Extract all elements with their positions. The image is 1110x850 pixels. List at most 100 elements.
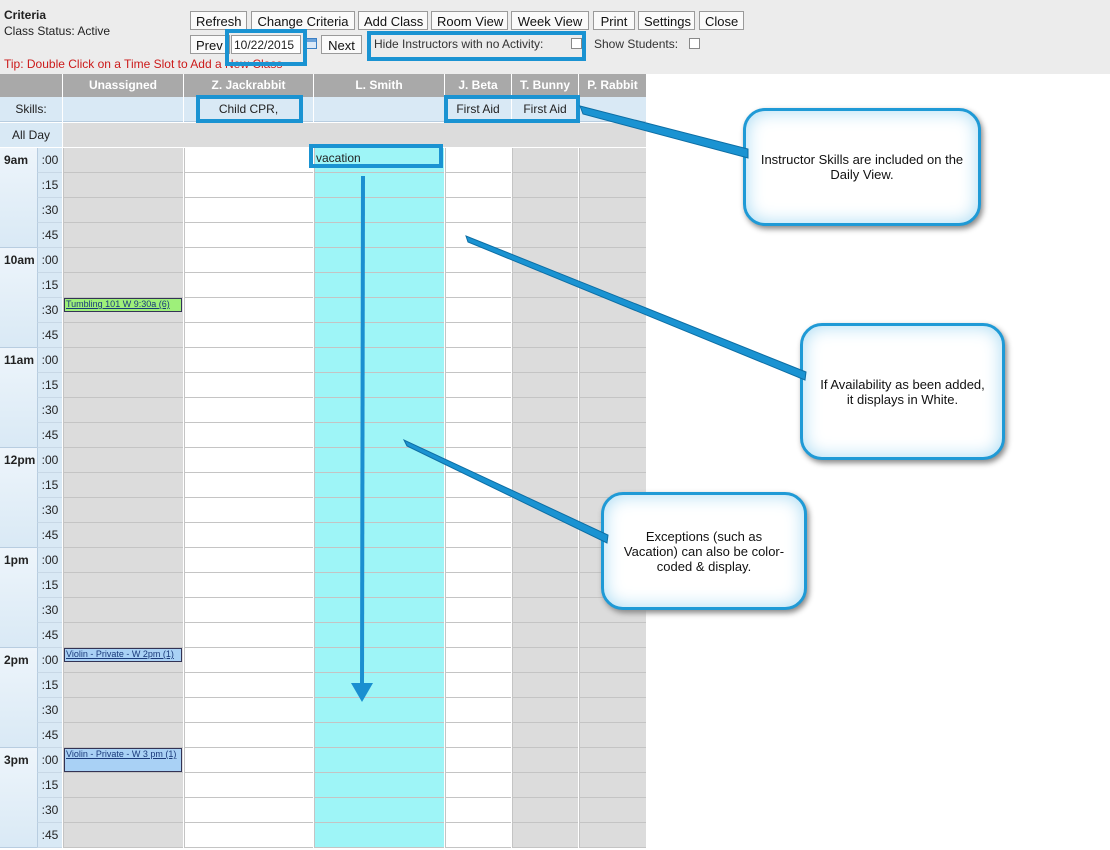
time-slot-j-beta[interactable] xyxy=(445,548,511,573)
time-slot-z-jackrabbit[interactable] xyxy=(184,198,313,223)
time-slot-unassigned[interactable] xyxy=(63,523,183,548)
time-slot-p-rabbit[interactable] xyxy=(579,223,646,248)
time-slot-j-beta[interactable] xyxy=(445,173,511,198)
time-slot-j-beta[interactable] xyxy=(445,273,511,298)
time-slot-p-rabbit[interactable] xyxy=(579,398,646,423)
time-slot-p-rabbit[interactable] xyxy=(579,748,646,773)
time-slot-z-jackrabbit[interactable] xyxy=(184,798,313,823)
time-slot-z-jackrabbit[interactable] xyxy=(184,623,313,648)
time-slot-l-smith[interactable] xyxy=(314,698,444,723)
time-slot-l-smith[interactable] xyxy=(314,273,444,298)
class-event[interactable]: Tumbling 101 W 9:30a (6) xyxy=(64,298,182,312)
time-slot-t-bunny[interactable] xyxy=(512,223,578,248)
time-slot-l-smith[interactable] xyxy=(314,173,444,198)
time-slot-t-bunny[interactable] xyxy=(512,473,578,498)
time-slot-t-bunny[interactable] xyxy=(512,498,578,523)
time-slot-unassigned[interactable] xyxy=(63,623,183,648)
time-slot-l-smith[interactable] xyxy=(314,598,444,623)
time-slot-z-jackrabbit[interactable] xyxy=(184,723,313,748)
time-slot-l-smith[interactable] xyxy=(314,748,444,773)
time-slot-t-bunny[interactable] xyxy=(512,373,578,398)
time-slot-l-smith[interactable] xyxy=(314,673,444,698)
time-slot-unassigned[interactable] xyxy=(63,573,183,598)
time-slot-z-jackrabbit[interactable] xyxy=(184,373,313,398)
time-slot-t-bunny[interactable] xyxy=(512,773,578,798)
time-slot-z-jackrabbit[interactable] xyxy=(184,473,313,498)
time-slot-p-rabbit[interactable] xyxy=(579,798,646,823)
time-slot-z-jackrabbit[interactable] xyxy=(184,323,313,348)
calendar-icon[interactable] xyxy=(306,38,317,49)
prev-button[interactable]: Prev xyxy=(190,35,230,54)
time-slot-l-smith[interactable] xyxy=(314,398,444,423)
time-slot-j-beta[interactable] xyxy=(445,798,511,823)
time-slot-z-jackrabbit[interactable] xyxy=(184,748,313,773)
time-slot-j-beta[interactable] xyxy=(445,623,511,648)
time-slot-z-jackrabbit[interactable] xyxy=(184,448,313,473)
week-view-button[interactable]: Week View xyxy=(511,11,589,30)
time-slot-l-smith[interactable] xyxy=(314,448,444,473)
time-slot-l-smith[interactable] xyxy=(314,223,444,248)
time-slot-p-rabbit[interactable] xyxy=(579,248,646,273)
time-slot-unassigned[interactable] xyxy=(63,798,183,823)
time-slot-l-smith[interactable] xyxy=(314,498,444,523)
time-slot-unassigned[interactable] xyxy=(63,548,183,573)
time-slot-l-smith[interactable] xyxy=(314,248,444,273)
print-button[interactable]: Print xyxy=(593,11,635,30)
time-slot-t-bunny[interactable] xyxy=(512,673,578,698)
time-slot-z-jackrabbit[interactable] xyxy=(184,523,313,548)
time-slot-l-smith[interactable] xyxy=(314,798,444,823)
time-slot-l-smith[interactable] xyxy=(314,823,444,848)
time-slot-unassigned[interactable] xyxy=(63,323,183,348)
time-slot-unassigned[interactable] xyxy=(63,223,183,248)
time-slot-unassigned[interactable] xyxy=(63,198,183,223)
time-slot-t-bunny[interactable] xyxy=(512,523,578,548)
time-slot-unassigned[interactable] xyxy=(63,723,183,748)
time-slot-z-jackrabbit[interactable] xyxy=(184,398,313,423)
time-slot-t-bunny[interactable] xyxy=(512,273,578,298)
time-slot-t-bunny[interactable] xyxy=(512,423,578,448)
time-slot-t-bunny[interactable] xyxy=(512,173,578,198)
time-slot-z-jackrabbit[interactable] xyxy=(184,498,313,523)
time-slot-p-rabbit[interactable] xyxy=(579,323,646,348)
time-slot-j-beta[interactable] xyxy=(445,598,511,623)
time-slot-z-jackrabbit[interactable] xyxy=(184,273,313,298)
time-slot-j-beta[interactable] xyxy=(445,348,511,373)
time-slot-unassigned[interactable] xyxy=(63,148,183,173)
time-slot-z-jackrabbit[interactable] xyxy=(184,598,313,623)
time-slot-z-jackrabbit[interactable] xyxy=(184,548,313,573)
time-slot-p-rabbit[interactable] xyxy=(579,373,646,398)
time-slot-p-rabbit[interactable] xyxy=(579,448,646,473)
time-slot-t-bunny[interactable] xyxy=(512,798,578,823)
time-slot-unassigned[interactable] xyxy=(63,498,183,523)
time-slot-z-jackrabbit[interactable] xyxy=(184,573,313,598)
refresh-button[interactable]: Refresh xyxy=(190,11,247,30)
time-slot-z-jackrabbit[interactable] xyxy=(184,773,313,798)
time-slot-j-beta[interactable] xyxy=(445,148,511,173)
time-slot-t-bunny[interactable] xyxy=(512,698,578,723)
time-slot-z-jackrabbit[interactable] xyxy=(184,673,313,698)
time-slot-t-bunny[interactable] xyxy=(512,398,578,423)
time-slot-t-bunny[interactable] xyxy=(512,248,578,273)
time-slot-t-bunny[interactable] xyxy=(512,598,578,623)
time-slot-l-smith[interactable] xyxy=(314,373,444,398)
time-slot-unassigned[interactable] xyxy=(63,598,183,623)
time-slot-t-bunny[interactable] xyxy=(512,198,578,223)
show-students-checkbox[interactable] xyxy=(689,38,700,49)
time-slot-p-rabbit[interactable] xyxy=(579,623,646,648)
time-slot-p-rabbit[interactable] xyxy=(579,723,646,748)
time-slot-p-rabbit[interactable] xyxy=(579,673,646,698)
time-slot-l-smith[interactable] xyxy=(314,723,444,748)
time-slot-t-bunny[interactable] xyxy=(512,823,578,848)
time-slot-p-rabbit[interactable] xyxy=(579,348,646,373)
time-slot-p-rabbit[interactable] xyxy=(579,773,646,798)
room-view-button[interactable]: Room View xyxy=(431,11,508,30)
class-event[interactable]: Violin - Private - W 2pm (1) xyxy=(64,648,182,662)
time-slot-unassigned[interactable] xyxy=(63,673,183,698)
time-slot-t-bunny[interactable] xyxy=(512,573,578,598)
next-button[interactable]: Next xyxy=(321,35,362,54)
time-slot-unassigned[interactable] xyxy=(63,173,183,198)
time-slot-j-beta[interactable] xyxy=(445,323,511,348)
time-slot-l-smith[interactable] xyxy=(314,648,444,673)
time-slot-j-beta[interactable] xyxy=(445,198,511,223)
time-slot-p-rabbit[interactable] xyxy=(579,648,646,673)
